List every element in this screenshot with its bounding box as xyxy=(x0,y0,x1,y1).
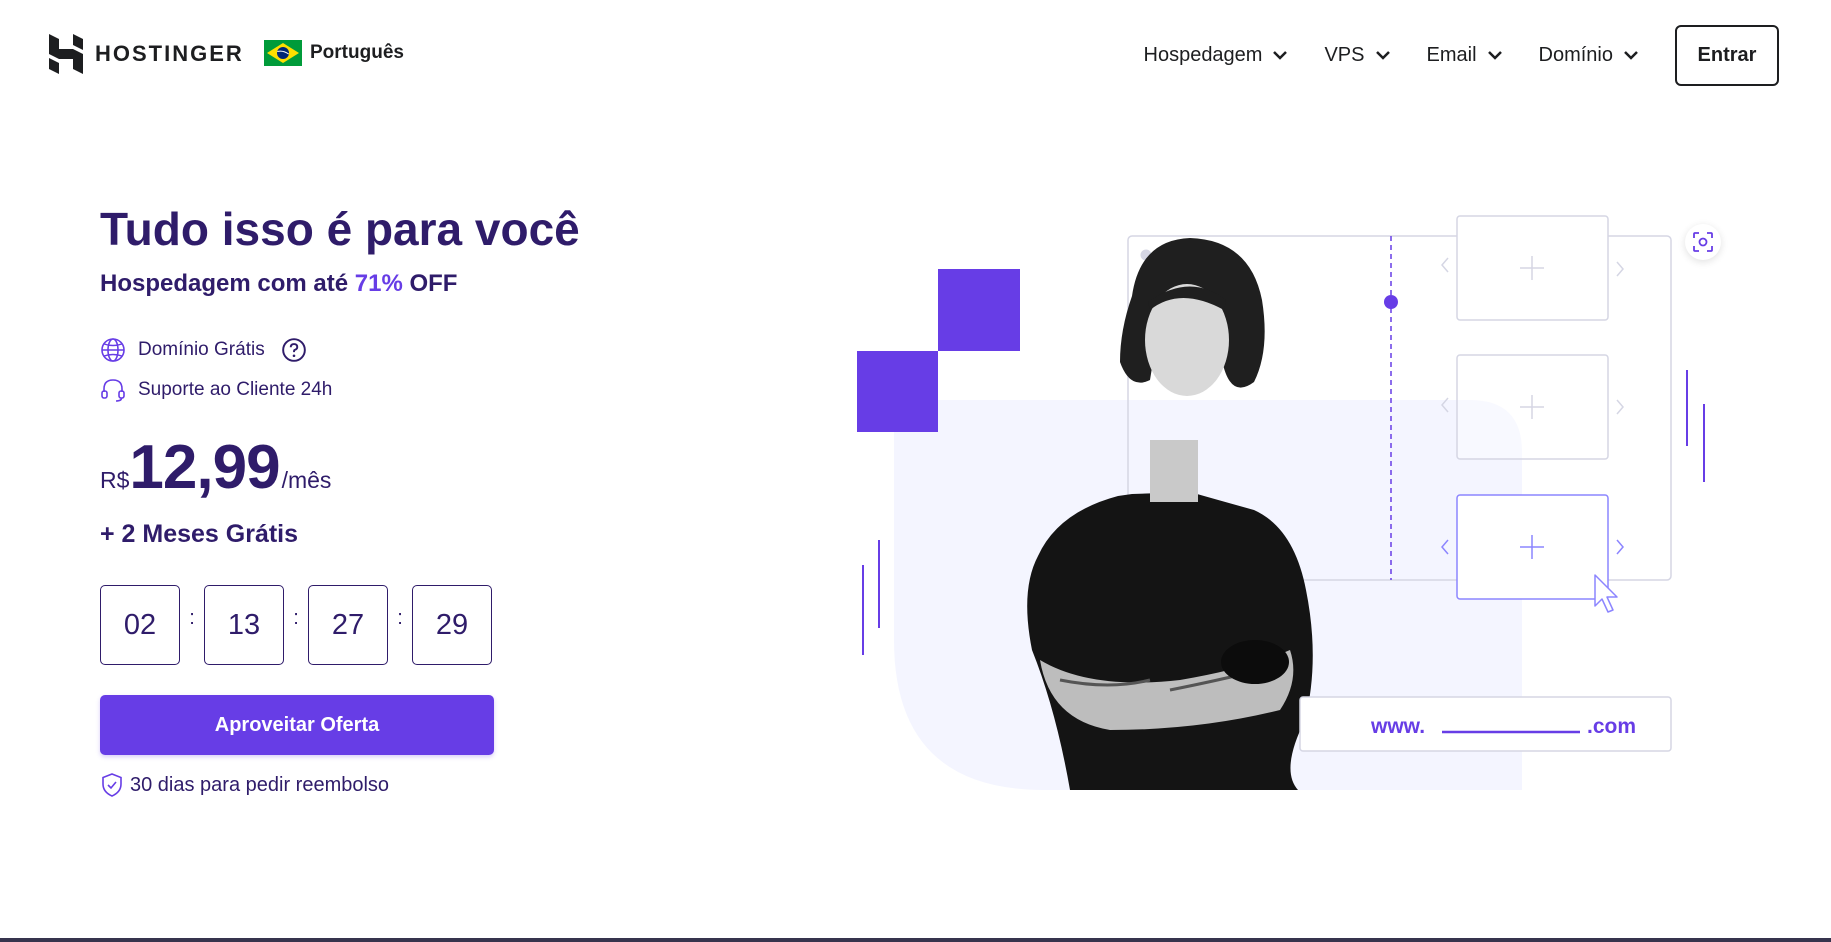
hero-title: Tudo isso é para você xyxy=(100,203,580,255)
brand-logo[interactable]: HOSTINGER xyxy=(49,34,244,74)
chevron-down-icon xyxy=(1273,51,1288,60)
globe-icon xyxy=(101,338,125,362)
brazil-flag-icon xyxy=(264,40,302,66)
site-header: HOSTINGER Português Hospedagem VPS Email… xyxy=(0,0,1831,110)
hero-illustration: www. .com xyxy=(857,215,1705,790)
decor-square xyxy=(857,351,938,432)
price-currency: R$ xyxy=(100,467,130,493)
countdown-days: 02 xyxy=(100,585,180,665)
nav-item-label: VPS xyxy=(1324,43,1365,66)
countdown-timer: 02 : 13 : 27 : 29 xyxy=(100,585,492,665)
nav-item-vps[interactable]: VPS xyxy=(1324,44,1390,67)
nav-item-label: Hospedagem xyxy=(1143,43,1263,66)
claim-offer-button[interactable]: Aproveitar Oferta xyxy=(100,695,494,755)
countdown-hours: 13 xyxy=(204,585,284,665)
nav-item-email[interactable]: Email xyxy=(1427,44,1503,67)
scan-icon xyxy=(1693,232,1713,252)
subtitle-suffix: OFF xyxy=(402,270,458,297)
feature-support: Suporte ao Cliente 24h xyxy=(100,377,332,403)
brand-name: HOSTINGER xyxy=(95,41,244,66)
price-amount: 12,99 xyxy=(129,433,280,502)
feature-free-domain: Domínio Grátis xyxy=(100,337,307,363)
nav-item-label: Domínio xyxy=(1538,43,1613,66)
shield-check-icon xyxy=(102,773,122,797)
countdown-minutes: 27 xyxy=(308,585,388,665)
language-selector[interactable]: Português xyxy=(264,40,404,66)
hero-subtitle: Hospedagem com até 71% OFF xyxy=(100,270,457,298)
domain-suffix: .com xyxy=(1587,715,1636,738)
refund-text: 30 dias para pedir reembolso xyxy=(130,773,390,796)
layout-card xyxy=(1441,215,1624,321)
price-period: /mês xyxy=(281,467,332,493)
countdown-separator: : xyxy=(397,606,403,629)
refund-guarantee: 30 dias para pedir reembolso xyxy=(100,772,389,798)
headset-icon xyxy=(101,379,125,402)
price: R$ 12,99 /mês xyxy=(100,432,331,503)
bonus-months: + 2 Meses Grátis xyxy=(100,520,299,548)
nav-item-dominio[interactable]: Domínio xyxy=(1539,44,1639,67)
screenshot-button[interactable] xyxy=(1685,224,1721,260)
chevron-down-icon xyxy=(1624,51,1638,60)
guide-dot xyxy=(1384,295,1398,309)
domain-prefix: www. xyxy=(1370,715,1425,738)
layout-card xyxy=(1441,354,1624,460)
countdown-seconds: 29 xyxy=(412,585,492,665)
nav-item-label: Email xyxy=(1426,43,1477,66)
feature-label: Suporte ao Cliente 24h xyxy=(138,379,333,400)
decor-square xyxy=(938,269,1020,351)
countdown-separator: : xyxy=(189,606,195,629)
countdown-separator: : xyxy=(293,606,299,629)
chevron-down-icon xyxy=(1375,51,1390,60)
page-bottom-border xyxy=(0,938,1831,942)
discount-percent: 71% xyxy=(354,270,403,297)
feature-label: Domínio Grátis xyxy=(138,339,265,360)
language-label: Português xyxy=(310,42,404,63)
help-icon[interactable] xyxy=(281,337,307,363)
subtitle-prefix: Hospedagem com até xyxy=(100,270,355,297)
main-nav: Hospedagem VPS Email Domínio Entrar xyxy=(1144,24,1831,86)
hostinger-logo-icon xyxy=(49,34,83,74)
login-button[interactable]: Entrar xyxy=(1675,24,1779,86)
nav-item-hospedagem[interactable]: Hospedagem xyxy=(1144,44,1289,67)
chevron-down-icon xyxy=(1487,51,1502,60)
